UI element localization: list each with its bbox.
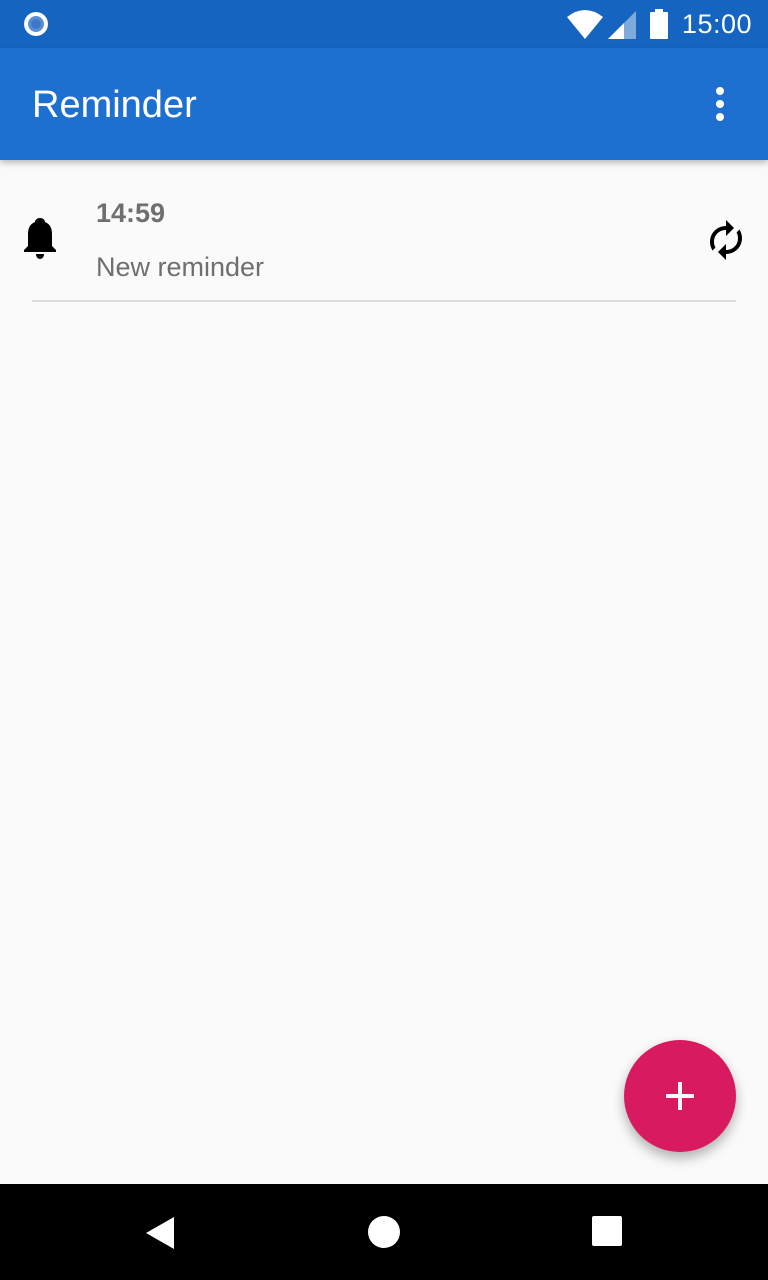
back-icon[interactable] [144, 1216, 176, 1250]
status-clock: 15:00 [681, 8, 752, 39]
app-bar: Reminder [0, 48, 768, 160]
navigation-bar [0, 1184, 768, 1280]
recents-icon[interactable] [592, 1216, 622, 1246]
plus-icon [666, 1082, 694, 1110]
signal-icon [607, 11, 636, 39]
more-vert-icon [716, 87, 724, 121]
reminder-list: 14:59 New reminder [0, 160, 768, 1184]
status-bar: 15:00 [0, 0, 768, 48]
app-title: Reminder [32, 84, 197, 126]
repeat-icon[interactable] [706, 218, 746, 262]
add-reminder-button[interactable] [624, 1040, 736, 1152]
reminder-text: New reminder [96, 252, 265, 282]
overflow-menu-button[interactable] [696, 80, 744, 128]
battery-icon [649, 9, 668, 39]
list-item[interactable]: 14:59 New reminder [0, 160, 768, 302]
reminder-time: 14:59 [96, 198, 166, 228]
sync-status-icon [24, 12, 48, 36]
wifi-icon [566, 10, 603, 39]
list-divider [32, 300, 736, 302]
bell-icon [24, 218, 56, 259]
status-icons: 15:00 [566, 0, 752, 48]
home-icon[interactable] [368, 1216, 400, 1248]
